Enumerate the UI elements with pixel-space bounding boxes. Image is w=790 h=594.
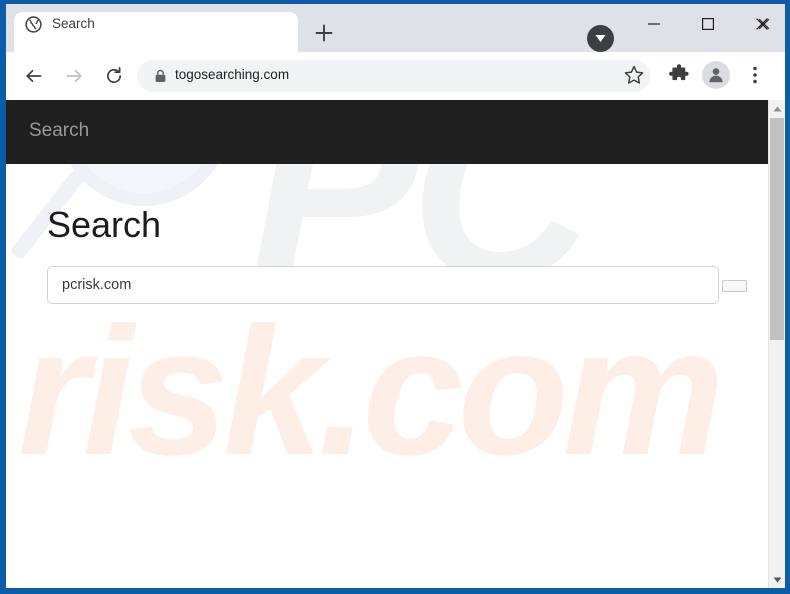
new-tab-button[interactable] [311,20,337,46]
watermark-text-risk: risk.com [18,289,725,493]
reload-button[interactable] [98,60,130,92]
pcrisk-watermark: PC risk.com [6,100,768,588]
star-icon[interactable] [623,64,645,86]
site-header: Search [6,100,768,164]
page-viewport: PC risk.com Search Search [6,100,785,588]
address-bar-url: togosearching.com [175,67,290,82]
three-dots-icon[interactable] [743,62,767,88]
lock-icon [154,69,167,83]
avatar[interactable] [702,61,730,89]
address-bar[interactable]: togosearching.com [137,60,650,92]
scroll-down-button[interactable] [769,571,785,588]
page-title: Search [47,204,162,245]
search-submit-button[interactable] [722,280,747,292]
puzzle-icon[interactable] [668,64,690,86]
maximize-button[interactable] [685,9,731,39]
vertical-scrollbar[interactable] [768,100,785,588]
globe-icon [25,16,42,33]
browser-window: Search togosearching.com PC risk.com Sea… [0,0,790,594]
tab-strip: Search [6,4,785,52]
chevron-down-circle-icon[interactable] [587,25,614,52]
web-page: PC risk.com Search Search [6,100,768,588]
site-brand: Search [29,120,90,141]
tab-title: Search [52,16,95,31]
scrollbar-thumb[interactable] [770,118,784,340]
window-close-button[interactable] [739,9,785,39]
back-button[interactable] [18,60,50,92]
forward-button[interactable] [58,60,90,92]
browser-toolbar: togosearching.com [6,52,785,100]
window-inner: Search togosearching.com PC risk.com Sea… [6,4,785,588]
search-input[interactable] [47,266,719,304]
scroll-up-button[interactable] [769,100,785,117]
minimize-button[interactable] [631,9,677,39]
